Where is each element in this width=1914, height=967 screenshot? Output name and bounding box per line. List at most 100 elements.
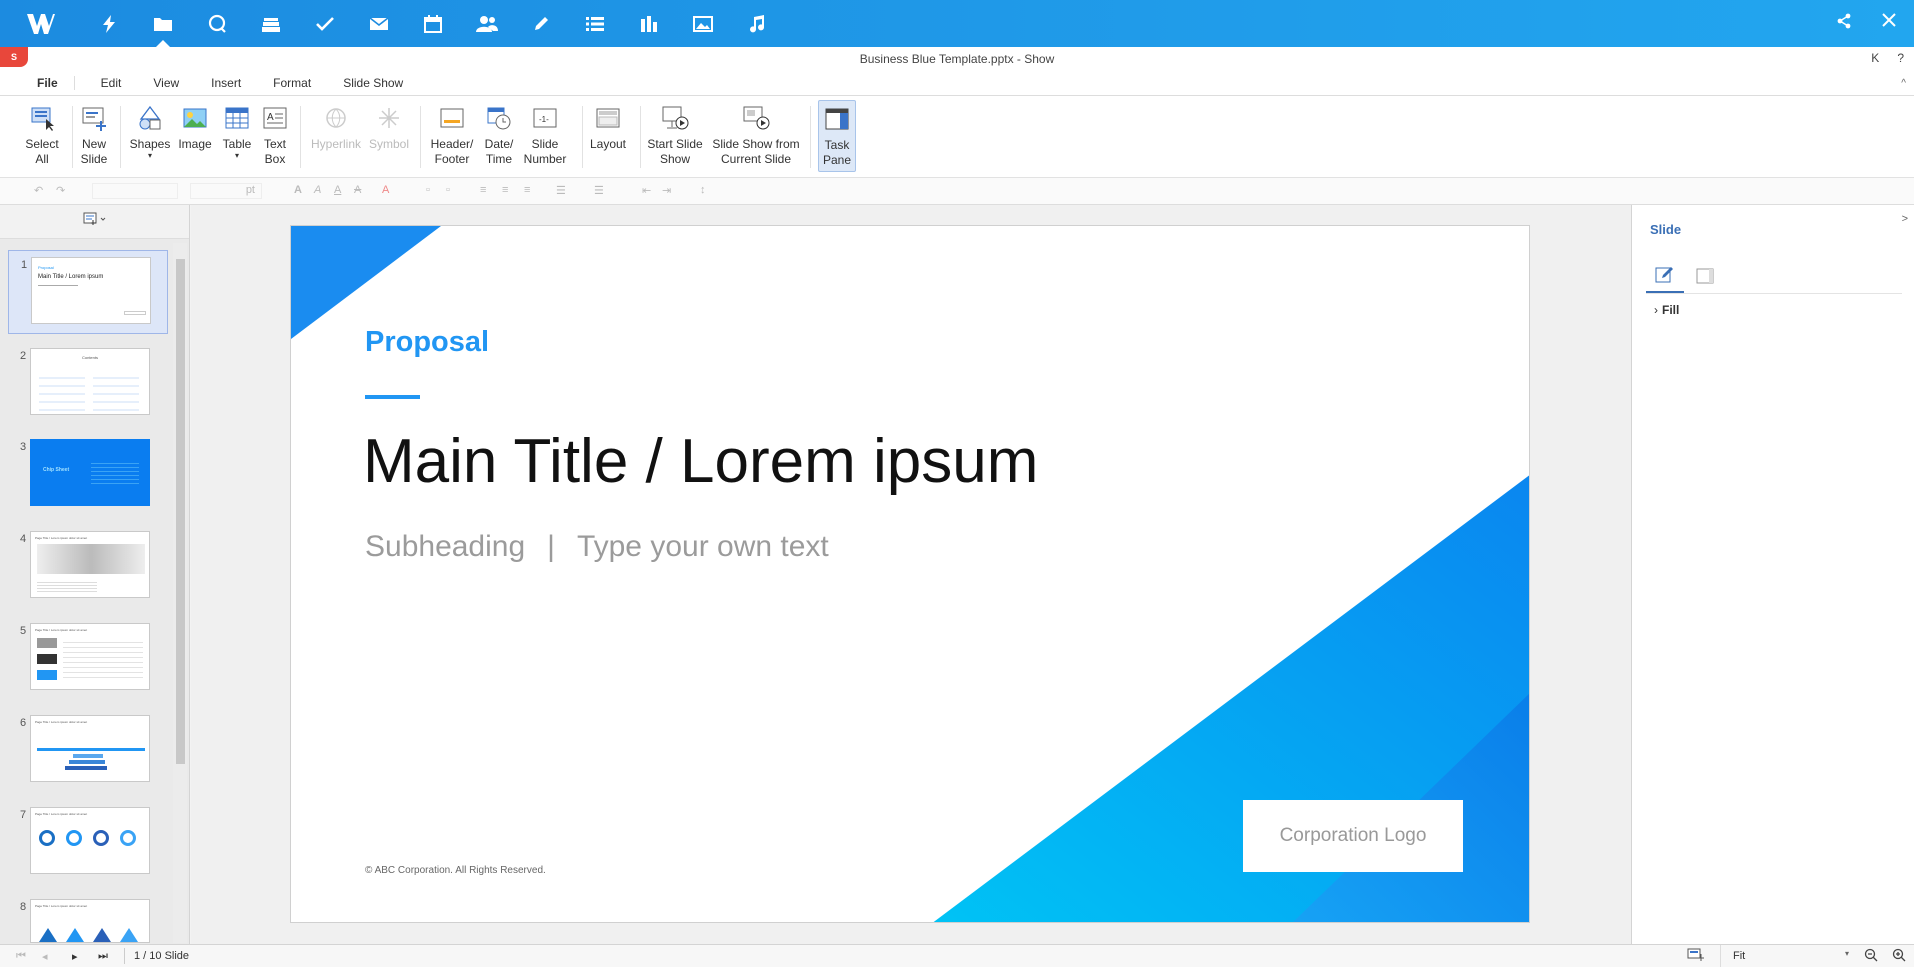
align-left-icon[interactable]: ≡ — [480, 184, 486, 196]
superscript-icon[interactable]: ▫ — [426, 184, 430, 196]
current-slide[interactable]: Proposal Main Title / Lorem ipsum Subhea… — [290, 225, 1530, 923]
corporation-logo-box[interactable]: Corporation Logo — [1243, 800, 1463, 872]
window-title-bar: S Business Blue Template.pptx - Show K ? — [0, 47, 1914, 71]
new-slide-button[interactable]: New Slide — [76, 100, 112, 172]
slide-thumbnail-8[interactable]: 8 Page Title / Lorem ipsum dolor sit ame… — [8, 893, 168, 943]
redo-icon[interactable]: ↷ — [56, 184, 65, 197]
menu-insert[interactable]: Insert — [199, 76, 253, 90]
slide-thumbnail-4[interactable]: 4 Page Title / Lorem ipsum dolor sit ame… — [8, 525, 168, 609]
shapes-button[interactable]: Shapes ▾ — [128, 100, 172, 172]
header-footer-button[interactable]: Header/ Footer — [428, 100, 476, 172]
checkmark-icon[interactable] — [298, 0, 352, 47]
menu-format[interactable]: Format — [261, 76, 323, 90]
menu-view[interactable]: View — [141, 76, 191, 90]
select-all-button[interactable]: Select All — [18, 100, 66, 172]
image-icon[interactable] — [676, 0, 730, 47]
task-pane-label: Task Pane — [822, 138, 852, 167]
date-time-label: Date/ Time — [484, 137, 514, 166]
text-box-button[interactable]: A Text Box — [260, 100, 290, 172]
slide-sorter-view-icon[interactable] — [1687, 948, 1705, 965]
chat-bubble-icon[interactable] — [190, 0, 244, 47]
underline-icon[interactable]: A — [334, 184, 341, 196]
align-right-icon[interactable]: ≡ — [524, 184, 530, 196]
first-slide-icon[interactable]: ⏮ — [16, 950, 26, 963]
status-bar: ⏮ ◂ ▸ ⏭ 1 / 10 Slide Fit ▾ — [0, 944, 1914, 967]
share-icon[interactable] — [1836, 13, 1852, 34]
shortcut-k-button[interactable]: K — [1871, 51, 1879, 65]
collapse-ribbon-button[interactable]: ^ — [1901, 78, 1906, 89]
slide-show-current-icon — [742, 104, 770, 132]
subscript-icon[interactable]: ▫ — [446, 184, 450, 196]
font-size-select[interactable]: pt — [190, 183, 262, 199]
table-button[interactable]: Table ▾ — [218, 100, 256, 172]
pencil-icon[interactable] — [514, 0, 568, 47]
slide-thumbnail-7[interactable]: 7 Page Title / Lorem ipsum dolor sit ame… — [8, 801, 168, 885]
text-box-icon: A — [261, 104, 289, 132]
slide-copyright[interactable]: © ABC Corporation. All Rights Reserved. — [365, 865, 546, 876]
layout-label: Layout — [589, 137, 627, 151]
slide-thumbnail-1[interactable]: 1 Proposal Main Title / Lorem ipsum — [8, 250, 168, 334]
folder-icon[interactable] — [136, 0, 190, 47]
list-icon[interactable] — [568, 0, 622, 47]
stack-icon[interactable] — [244, 0, 298, 47]
lightning-icon[interactable] — [82, 0, 136, 47]
previous-slide-icon[interactable]: ◂ — [42, 950, 48, 963]
strikethrough-icon[interactable]: A — [354, 184, 361, 196]
help-button[interactable]: ? — [1897, 51, 1904, 65]
fill-label: Fill — [1662, 303, 1680, 317]
task-pane-button[interactable]: Task Pane — [818, 100, 856, 172]
decrease-indent-icon[interactable]: ⇤ — [642, 184, 651, 197]
tab-slide-properties[interactable] — [1646, 263, 1684, 293]
zoom-in-icon[interactable] — [1892, 948, 1906, 965]
slide-thumbnail-5[interactable]: 5 Page Title / Lorem ipsum dolor sit ame… — [8, 617, 168, 701]
slide-thumbnail-2[interactable]: 2 Contents — [8, 342, 168, 426]
slide-number-button[interactable]: -1- Slide Number — [522, 100, 568, 172]
align-center-icon[interactable]: ≡ — [502, 184, 508, 196]
task-pane-collapse-button[interactable]: > — [1902, 213, 1908, 225]
slide-thumbnail-3[interactable]: 3 Chip Sheet — [8, 433, 168, 517]
add-slide-layout-icon[interactable] — [83, 212, 107, 231]
italic-icon[interactable]: A — [314, 184, 321, 196]
calendar-icon[interactable] — [406, 0, 460, 47]
date-time-button[interactable]: Date/ Time — [480, 100, 518, 172]
zoom-mode-select[interactable]: Fit ▾ — [1720, 945, 1855, 967]
increase-indent-icon[interactable]: ⇥ — [662, 184, 671, 197]
menu-file[interactable]: File — [0, 76, 75, 90]
last-slide-icon[interactable]: ⏭ — [98, 950, 108, 963]
slide-show-from-current-button[interactable]: Slide Show from Current Slide — [710, 100, 802, 172]
layout-icon — [594, 104, 622, 132]
menu-slide-show[interactable]: Slide Show — [331, 76, 415, 90]
thumbnail-scrollbar-thumb[interactable] — [176, 259, 185, 764]
slide-subheading: Subheading — [365, 530, 526, 563]
image-insert-icon — [181, 104, 209, 132]
next-slide-icon[interactable]: ▸ — [72, 950, 78, 963]
menu-edit[interactable]: Edit — [89, 76, 134, 90]
undo-icon[interactable]: ↶ — [34, 184, 43, 197]
tab-slide-layout[interactable] — [1686, 263, 1724, 293]
image-button[interactable]: Image — [176, 100, 214, 172]
line-spacing-icon[interactable]: ↕ — [700, 184, 706, 196]
zoom-out-icon[interactable] — [1864, 948, 1878, 965]
close-icon[interactable] — [1882, 13, 1896, 34]
mail-icon[interactable] — [352, 0, 406, 47]
contacts-icon[interactable] — [460, 0, 514, 47]
symbol-button[interactable]: Symbol — [366, 100, 412, 172]
bar-chart-icon[interactable] — [622, 0, 676, 47]
start-slide-show-button[interactable]: Start Slide Show — [646, 100, 704, 172]
layout-button[interactable]: Layout — [588, 100, 628, 172]
font-color-icon[interactable]: A — [382, 184, 389, 196]
app-logo-icon[interactable] — [14, 0, 68, 47]
slide-subtitle-row[interactable]: Subheading | Type your own text — [365, 530, 829, 564]
music-note-icon[interactable] — [730, 0, 784, 47]
thumbnail-scrollbar[interactable] — [173, 243, 187, 943]
font-family-select[interactable] — [92, 183, 178, 199]
bold-icon[interactable]: A — [294, 184, 302, 196]
hyperlink-button[interactable]: Hyperlink — [308, 100, 364, 172]
slide-kicker[interactable]: Proposal — [365, 326, 489, 359]
fill-section-toggle[interactable]: › Fill — [1654, 303, 1679, 317]
slide-thumbnail-6[interactable]: 6 Page Title / Lorem ipsum dolor sit ame… — [8, 709, 168, 793]
task-pane-icon — [823, 105, 851, 133]
numbered-list-icon[interactable]: ☰ — [594, 184, 604, 197]
bullet-list-icon[interactable]: ☰ — [556, 184, 566, 197]
slide-main-title[interactable]: Main Title / Lorem ipsum — [363, 426, 1038, 497]
